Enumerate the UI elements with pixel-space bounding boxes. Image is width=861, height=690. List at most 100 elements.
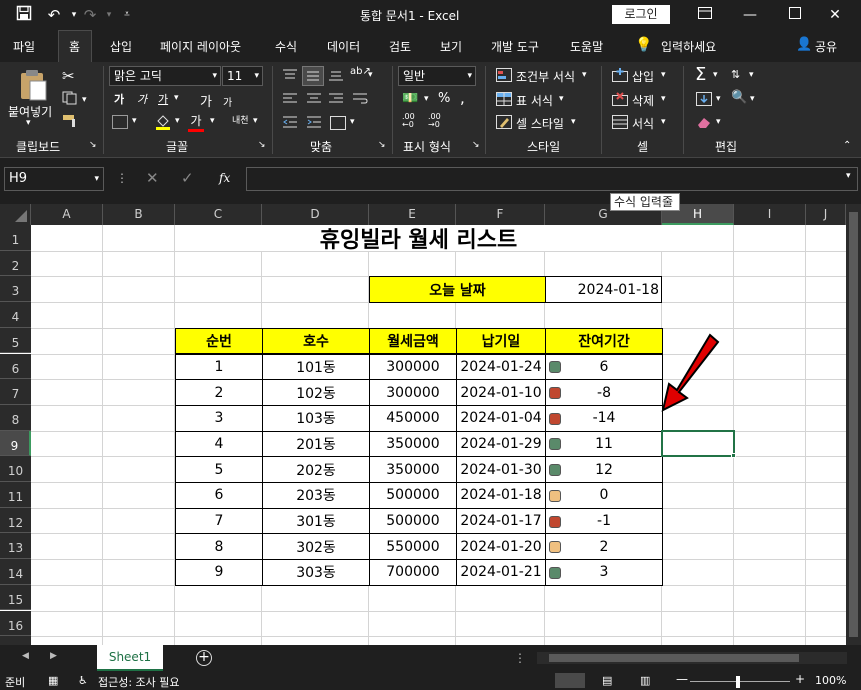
insert-cells-icon[interactable] [612,68,628,85]
row-header[interactable]: 16 [0,610,31,637]
h-scroll-thumb[interactable] [549,654,799,662]
row-header[interactable]: 13 [0,533,31,560]
table-cell-remain[interactable]: 0 [545,482,663,509]
increase-indent-icon[interactable] [306,115,322,132]
cell-styles-icon[interactable] [496,115,512,132]
underline-button[interactable]: 가 [158,91,168,107]
comma-style-icon[interactable]: , [460,89,465,107]
ribbon-display-icon[interactable] [685,3,725,27]
autosum-dropdown-icon[interactable]: ▾ [713,70,718,80]
fill-handle[interactable] [731,453,736,459]
copy-dropdown-icon[interactable]: ▾ [82,95,87,105]
underline-dropdown-icon[interactable]: ▾ [174,93,179,103]
row-header[interactable]: 15 [0,584,31,611]
tab-data[interactable]: 데이터 [327,38,360,55]
table-header-cell[interactable]: 순번 [175,327,263,355]
clear-icon[interactable] [696,115,712,132]
increase-decimal-icon[interactable]: .00 ←0 [402,113,415,129]
close-icon[interactable]: ✕ [815,3,855,27]
table-cell-rent[interactable]: 550000 [369,533,457,561]
clipboard-launcher-icon[interactable]: ↘ [89,140,97,150]
page-layout-view-icon[interactable]: ▤ [602,674,612,687]
fill-icon[interactable] [696,92,712,109]
bold-button[interactable]: 가 [114,91,124,107]
maximize-icon[interactable] [775,3,815,27]
table-cell-no[interactable]: 8 [175,533,263,561]
row-header[interactable]: 6 [0,353,31,380]
collapse-ribbon-icon[interactable]: ⌃ [843,140,851,151]
table-cell-due[interactable]: 2024-01-18 [456,482,546,509]
name-box[interactable]: H9 ▾ [4,167,104,191]
formula-input[interactable] [246,167,858,191]
table-cell-unit[interactable]: 301동 [262,507,370,535]
add-sheet-icon[interactable]: + [196,650,212,666]
table-cell-remain[interactable]: 6 [545,353,663,381]
number-launcher-icon[interactable]: ↘ [472,140,480,150]
tab-split-handle-icon[interactable]: ⋮ [514,651,526,665]
cell-styles-button[interactable]: 셀 스타일 [516,115,564,132]
decrease-indent-icon[interactable] [282,115,298,132]
table-cell-rent[interactable]: 500000 [369,507,457,535]
row-header[interactable]: 14 [0,559,31,585]
table-cell-unit[interactable]: 303동 [262,559,370,586]
table-cell-remain[interactable]: -1 [545,507,663,535]
sheet-title[interactable]: 휴잉빌라 월세 리스트 [175,225,662,253]
font-name-combo[interactable]: 맑은 고딕 ▾ [109,66,221,86]
column-header[interactable]: J [806,204,846,225]
percent-style-icon[interactable]: % [438,91,450,106]
share-button[interactable]: 공유 [815,38,837,55]
delete-cells-button[interactable]: 삭제 [632,92,654,109]
table-format-dropdown-icon[interactable]: ▾ [559,94,564,104]
row-header[interactable]: 3 [0,276,31,303]
table-cell-remain[interactable]: -8 [545,379,663,406]
table-cell-due[interactable]: 2024-01-17 [456,507,546,535]
insert-dropdown-icon[interactable]: ▾ [661,70,666,80]
row-header[interactable]: 7 [0,379,31,405]
column-header[interactable]: C [175,204,262,225]
paste-dropdown-icon[interactable]: ▾ [26,118,31,128]
tab-file[interactable]: 파일 [13,38,35,55]
row-header[interactable]: 5 [0,327,31,354]
table-cell-remain[interactable]: 11 [545,430,663,458]
insert-cells-button[interactable]: 삽입 [632,68,654,85]
row-header[interactable]: 8 [0,404,31,431]
table-cell-remain[interactable]: 3 [545,559,663,586]
selected-cell-h9[interactable] [661,429,735,458]
table-cell-rent[interactable]: 300000 [369,379,457,406]
minimize-icon[interactable]: — [730,3,770,27]
table-cell-remain[interactable]: -14 [545,404,663,432]
table-cell-rent[interactable]: 700000 [369,559,457,586]
today-label-cell[interactable]: 오늘 날짜 [369,276,546,304]
zoom-out-icon[interactable]: — [676,672,688,686]
align-middle-icon[interactable] [302,66,324,86]
align-top-icon[interactable] [282,68,298,85]
borders-dropdown-icon[interactable]: ▾ [132,116,137,126]
zoom-level[interactable]: 100% [815,674,846,687]
today-value-cell[interactable]: 2024-01-18 [545,276,662,304]
orientation-dropdown-icon[interactable]: ▾ [368,70,373,80]
accounting-dropdown-icon[interactable]: ▾ [424,94,429,104]
tab-home[interactable]: 홈 [69,38,80,55]
table-cell-due[interactable]: 2024-01-21 [456,559,546,586]
format-as-table-button[interactable]: 표 서식 [516,92,553,109]
conditional-formatting-icon[interactable] [496,68,512,85]
more-icon[interactable]: ⋮ [116,171,128,185]
sheet-tab-sheet1[interactable]: Sheet1 [97,645,163,671]
table-cell-unit[interactable]: 203동 [262,482,370,509]
table-cell-remain[interactable]: 12 [545,456,663,483]
customize-toolbar-icon[interactable]: ⩡ [117,5,137,25]
clear-dropdown-icon[interactable]: ▾ [716,117,721,127]
table-cell-rent[interactable]: 300000 [369,353,457,381]
table-cell-rent[interactable]: 350000 [369,430,457,458]
tab-formulas[interactable]: 수식 [275,38,297,55]
save-icon[interactable] [14,5,34,25]
wrap-text-icon[interactable] [352,92,368,109]
table-cell-due[interactable]: 2024-01-04 [456,404,546,432]
copy-icon[interactable] [62,91,78,108]
align-right-icon[interactable] [328,92,344,109]
find-select-icon[interactable]: 🔍 [731,90,747,105]
format-as-table-icon[interactable] [496,92,512,109]
cut-icon[interactable]: ✂ [62,67,75,85]
format-painter-icon[interactable] [62,114,78,131]
sort-filter-dropdown-icon[interactable]: ▾ [749,70,754,80]
